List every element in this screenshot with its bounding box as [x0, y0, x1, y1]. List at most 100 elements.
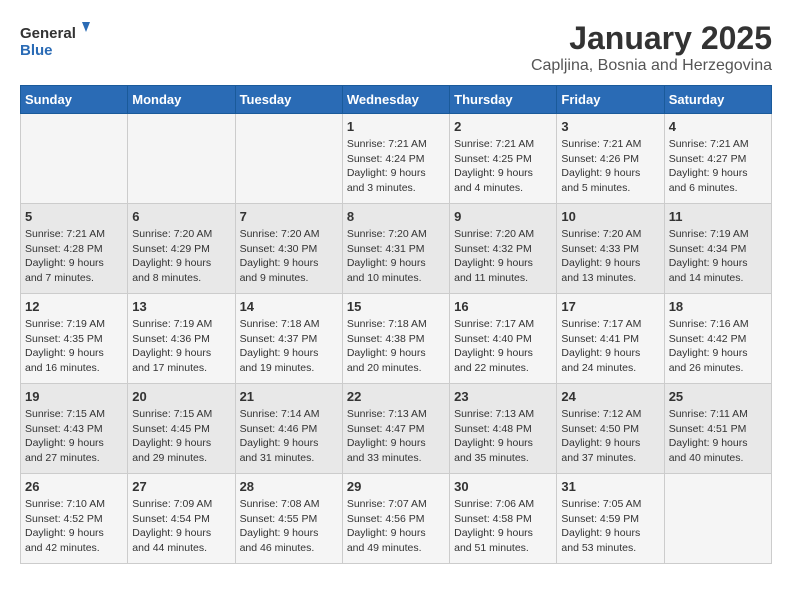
daylight-text: Daylight: 9 hours and 33 minutes. [347, 437, 426, 464]
sunset-text: Sunset: 4:34 PM [669, 243, 747, 255]
month-title: January 2025 [531, 20, 772, 57]
day-info: Sunrise: 7:19 AM Sunset: 4:34 PM Dayligh… [669, 227, 767, 286]
calendar-cell: 18 Sunrise: 7:16 AM Sunset: 4:42 PM Dayl… [664, 294, 771, 384]
sunset-text: Sunset: 4:29 PM [132, 243, 210, 255]
sunset-text: Sunset: 4:38 PM [347, 333, 425, 345]
daylight-text: Daylight: 9 hours and 19 minutes. [240, 347, 319, 374]
location-title: Capljina, Bosnia and Herzegovina [531, 57, 772, 75]
calendar-cell: 26 Sunrise: 7:10 AM Sunset: 4:52 PM Dayl… [21, 474, 128, 564]
calendar-cell: 6 Sunrise: 7:20 AM Sunset: 4:29 PM Dayli… [128, 204, 235, 294]
weekday-header-sunday: Sunday [21, 86, 128, 114]
calendar-cell: 7 Sunrise: 7:20 AM Sunset: 4:30 PM Dayli… [235, 204, 342, 294]
calendar-cell: 28 Sunrise: 7:08 AM Sunset: 4:55 PM Dayl… [235, 474, 342, 564]
calendar-cell: 20 Sunrise: 7:15 AM Sunset: 4:45 PM Dayl… [128, 384, 235, 474]
daylight-text: Daylight: 9 hours and 14 minutes. [669, 257, 748, 284]
sunrise-text: Sunrise: 7:16 AM [669, 318, 749, 330]
daylight-text: Daylight: 9 hours and 27 minutes. [25, 437, 104, 464]
sunrise-text: Sunrise: 7:21 AM [25, 228, 105, 240]
sunrise-text: Sunrise: 7:06 AM [454, 498, 534, 510]
day-info: Sunrise: 7:19 AM Sunset: 4:36 PM Dayligh… [132, 317, 230, 376]
day-number: 6 [132, 209, 230, 224]
day-number: 31 [561, 479, 659, 494]
day-number: 20 [132, 389, 230, 404]
sunrise-text: Sunrise: 7:13 AM [454, 408, 534, 420]
logo: General Blue [20, 20, 90, 64]
calendar-week-row: 12 Sunrise: 7:19 AM Sunset: 4:35 PM Dayl… [21, 294, 772, 384]
calendar-cell [235, 114, 342, 204]
daylight-text: Daylight: 9 hours and 35 minutes. [454, 437, 533, 464]
title-block: January 2025 Capljina, Bosnia and Herzeg… [531, 20, 772, 75]
day-number: 27 [132, 479, 230, 494]
calendar-cell [21, 114, 128, 204]
daylight-text: Daylight: 9 hours and 42 minutes. [25, 527, 104, 554]
day-info: Sunrise: 7:20 AM Sunset: 4:30 PM Dayligh… [240, 227, 338, 286]
sunset-text: Sunset: 4:58 PM [454, 513, 532, 525]
daylight-text: Daylight: 9 hours and 16 minutes. [25, 347, 104, 374]
calendar-week-row: 1 Sunrise: 7:21 AM Sunset: 4:24 PM Dayli… [21, 114, 772, 204]
day-number: 15 [347, 299, 445, 314]
calendar-cell: 25 Sunrise: 7:11 AM Sunset: 4:51 PM Dayl… [664, 384, 771, 474]
sunset-text: Sunset: 4:30 PM [240, 243, 318, 255]
calendar-cell: 24 Sunrise: 7:12 AM Sunset: 4:50 PM Dayl… [557, 384, 664, 474]
day-number: 22 [347, 389, 445, 404]
calendar-cell: 9 Sunrise: 7:20 AM Sunset: 4:32 PM Dayli… [450, 204, 557, 294]
day-info: Sunrise: 7:18 AM Sunset: 4:37 PM Dayligh… [240, 317, 338, 376]
day-number: 7 [240, 209, 338, 224]
sunset-text: Sunset: 4:51 PM [669, 423, 747, 435]
calendar-cell: 1 Sunrise: 7:21 AM Sunset: 4:24 PM Dayli… [342, 114, 449, 204]
day-number: 19 [25, 389, 123, 404]
calendar-cell: 27 Sunrise: 7:09 AM Sunset: 4:54 PM Dayl… [128, 474, 235, 564]
sunset-text: Sunset: 4:54 PM [132, 513, 210, 525]
daylight-text: Daylight: 9 hours and 20 minutes. [347, 347, 426, 374]
day-info: Sunrise: 7:13 AM Sunset: 4:48 PM Dayligh… [454, 407, 552, 466]
day-info: Sunrise: 7:19 AM Sunset: 4:35 PM Dayligh… [25, 317, 123, 376]
calendar-cell: 13 Sunrise: 7:19 AM Sunset: 4:36 PM Dayl… [128, 294, 235, 384]
day-number: 12 [25, 299, 123, 314]
sunrise-text: Sunrise: 7:19 AM [132, 318, 212, 330]
daylight-text: Daylight: 9 hours and 11 minutes. [454, 257, 533, 284]
sunrise-text: Sunrise: 7:05 AM [561, 498, 641, 510]
sunrise-text: Sunrise: 7:20 AM [240, 228, 320, 240]
day-info: Sunrise: 7:15 AM Sunset: 4:43 PM Dayligh… [25, 407, 123, 466]
sunset-text: Sunset: 4:48 PM [454, 423, 532, 435]
calendar-cell: 21 Sunrise: 7:14 AM Sunset: 4:46 PM Dayl… [235, 384, 342, 474]
weekday-header-wednesday: Wednesday [342, 86, 449, 114]
page-header: General Blue January 2025 Capljina, Bosn… [20, 20, 772, 75]
day-info: Sunrise: 7:21 AM Sunset: 4:25 PM Dayligh… [454, 137, 552, 196]
sunrise-text: Sunrise: 7:20 AM [347, 228, 427, 240]
sunset-text: Sunset: 4:24 PM [347, 153, 425, 165]
day-info: Sunrise: 7:07 AM Sunset: 4:56 PM Dayligh… [347, 497, 445, 556]
day-number: 17 [561, 299, 659, 314]
daylight-text: Daylight: 9 hours and 8 minutes. [132, 257, 211, 284]
daylight-text: Daylight: 9 hours and 46 minutes. [240, 527, 319, 554]
calendar-cell: 8 Sunrise: 7:20 AM Sunset: 4:31 PM Dayli… [342, 204, 449, 294]
sunset-text: Sunset: 4:36 PM [132, 333, 210, 345]
sunrise-text: Sunrise: 7:13 AM [347, 408, 427, 420]
sunrise-text: Sunrise: 7:18 AM [240, 318, 320, 330]
sunrise-text: Sunrise: 7:10 AM [25, 498, 105, 510]
calendar-cell: 17 Sunrise: 7:17 AM Sunset: 4:41 PM Dayl… [557, 294, 664, 384]
day-info: Sunrise: 7:14 AM Sunset: 4:46 PM Dayligh… [240, 407, 338, 466]
logo-svg: General Blue [20, 20, 90, 64]
calendar-cell: 15 Sunrise: 7:18 AM Sunset: 4:38 PM Dayl… [342, 294, 449, 384]
day-info: Sunrise: 7:09 AM Sunset: 4:54 PM Dayligh… [132, 497, 230, 556]
daylight-text: Daylight: 9 hours and 6 minutes. [669, 167, 748, 194]
daylight-text: Daylight: 9 hours and 9 minutes. [240, 257, 319, 284]
day-number: 24 [561, 389, 659, 404]
day-info: Sunrise: 7:20 AM Sunset: 4:33 PM Dayligh… [561, 227, 659, 286]
sunset-text: Sunset: 4:40 PM [454, 333, 532, 345]
sunrise-text: Sunrise: 7:20 AM [454, 228, 534, 240]
day-info: Sunrise: 7:20 AM Sunset: 4:29 PM Dayligh… [132, 227, 230, 286]
sunrise-text: Sunrise: 7:21 AM [454, 138, 534, 150]
sunrise-text: Sunrise: 7:12 AM [561, 408, 641, 420]
day-number: 5 [25, 209, 123, 224]
daylight-text: Daylight: 9 hours and 10 minutes. [347, 257, 426, 284]
calendar-cell: 12 Sunrise: 7:19 AM Sunset: 4:35 PM Dayl… [21, 294, 128, 384]
sunset-text: Sunset: 4:56 PM [347, 513, 425, 525]
sunrise-text: Sunrise: 7:14 AM [240, 408, 320, 420]
day-info: Sunrise: 7:06 AM Sunset: 4:58 PM Dayligh… [454, 497, 552, 556]
daylight-text: Daylight: 9 hours and 13 minutes. [561, 257, 640, 284]
calendar-cell: 3 Sunrise: 7:21 AM Sunset: 4:26 PM Dayli… [557, 114, 664, 204]
calendar-cell: 11 Sunrise: 7:19 AM Sunset: 4:34 PM Dayl… [664, 204, 771, 294]
day-info: Sunrise: 7:15 AM Sunset: 4:45 PM Dayligh… [132, 407, 230, 466]
